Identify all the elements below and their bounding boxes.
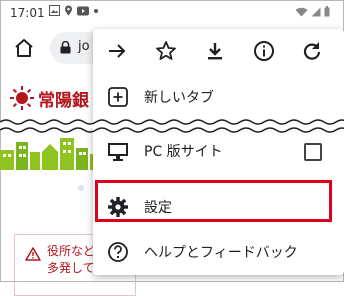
reload-icon[interactable] bbox=[300, 39, 324, 63]
menu-item-label: ヘルプとフィードバック bbox=[144, 245, 298, 261]
system-status-icons bbox=[295, 6, 330, 17]
highlight-box bbox=[95, 180, 332, 222]
notification-icons bbox=[49, 5, 99, 16]
desktop-site-checkbox[interactable] bbox=[304, 143, 322, 161]
forward-icon[interactable] bbox=[105, 39, 129, 63]
help-circle-icon bbox=[108, 242, 128, 262]
bookmark-star-icon[interactable] bbox=[154, 39, 178, 63]
browser-overflow-menu: 新しいタブ PC 版サイト 設定 ヘルプとフィードバック bbox=[93, 29, 344, 275]
location-notification-icon bbox=[65, 5, 72, 16]
home-icon[interactable] bbox=[12, 36, 36, 60]
image-notification-icon bbox=[49, 5, 60, 16]
screenshot-cut-divider bbox=[0, 119, 344, 133]
bank-logo-text: 常陽銀 bbox=[38, 91, 89, 111]
more-notifications-dot-icon bbox=[94, 8, 98, 13]
plus-box-icon bbox=[108, 87, 128, 107]
warning-icon bbox=[25, 247, 41, 261]
carousel-dot[interactable] bbox=[78, 185, 84, 191]
wifi-icon bbox=[295, 7, 308, 16]
status-bar: 17:01 bbox=[0, 0, 344, 26]
menu-item-desktop-site[interactable]: PC 版サイト bbox=[93, 131, 344, 171]
menu-item-label: PC 版サイト bbox=[144, 144, 223, 160]
gear-icon bbox=[108, 197, 128, 217]
menu-item-label: 新しいタブ bbox=[144, 90, 214, 106]
monitor-icon bbox=[108, 143, 128, 161]
youtube-notification-icon bbox=[77, 6, 89, 15]
bank-logo-icon bbox=[10, 86, 34, 110]
battery-icon bbox=[324, 6, 330, 17]
info-icon[interactable] bbox=[252, 39, 276, 63]
menu-item-settings[interactable]: 設定 bbox=[93, 180, 344, 227]
lock-icon bbox=[60, 41, 71, 54]
menu-item-new-tab[interactable]: 新しいタブ bbox=[93, 77, 344, 117]
status-time: 17:01 bbox=[10, 6, 45, 20]
menu-action-row bbox=[93, 29, 344, 73]
alert-text: 役所など 多発して bbox=[47, 244, 96, 275]
download-icon[interactable] bbox=[203, 39, 227, 63]
url-text: jo bbox=[78, 39, 90, 54]
signal-icon bbox=[311, 7, 321, 16]
menu-item-label: 設定 bbox=[144, 200, 172, 216]
menu-item-help-feedback[interactable]: ヘルプとフィードバック bbox=[93, 232, 344, 272]
